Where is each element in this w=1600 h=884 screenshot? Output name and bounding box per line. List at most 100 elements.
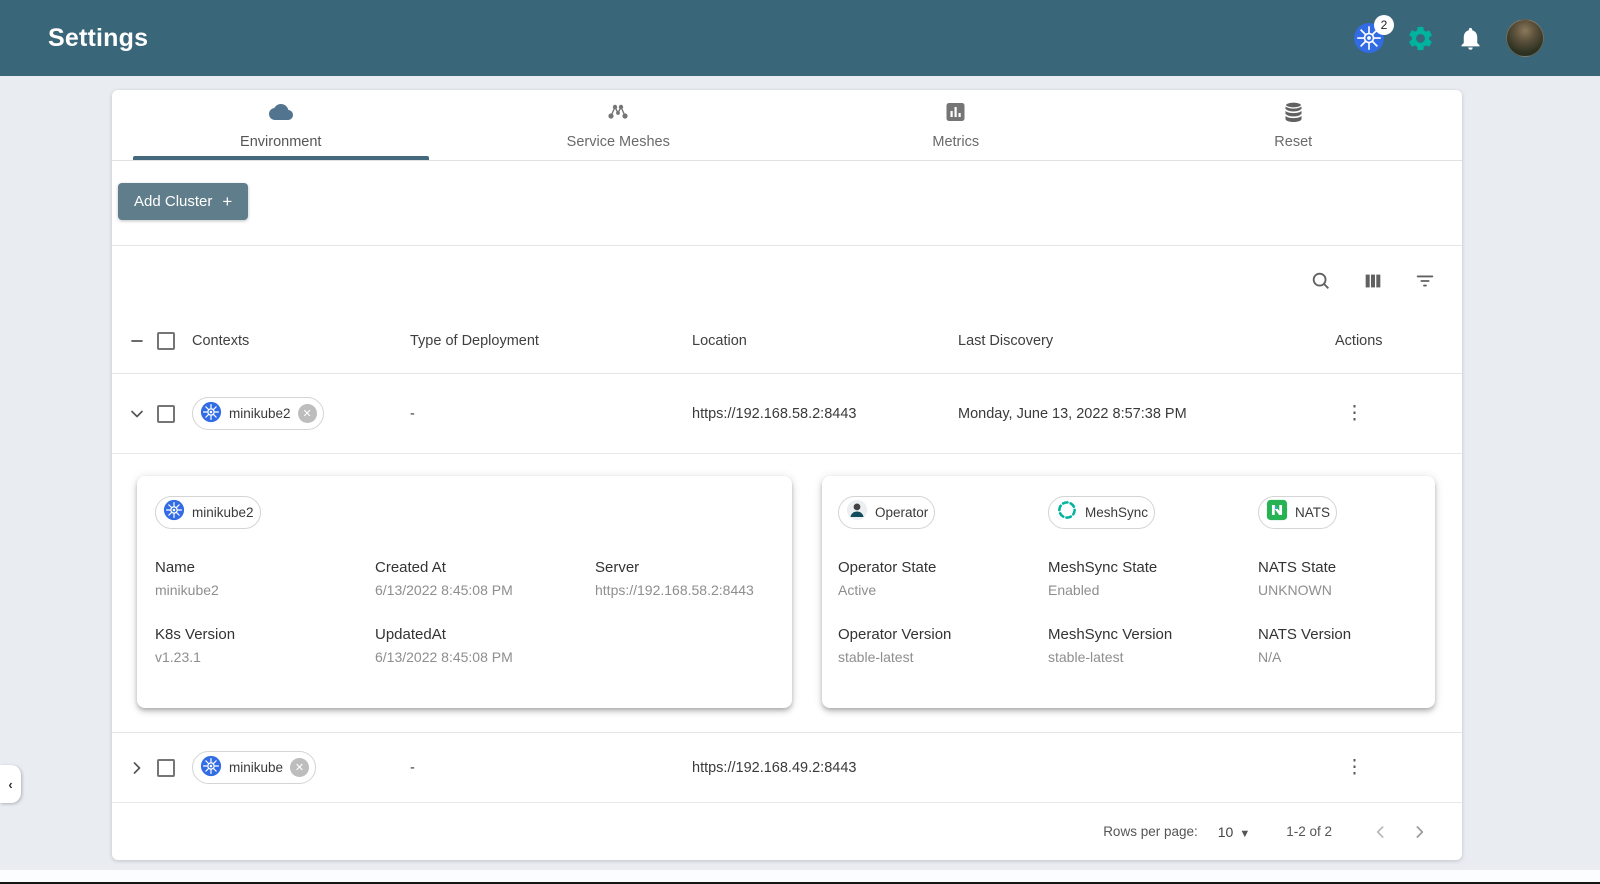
settings-tabs: Environment Service Meshes Metrics Reset xyxy=(112,90,1462,161)
field-operator-version: Operator Version stable-latest xyxy=(838,626,1048,665)
rows-per-page-select[interactable]: 10 ▼ xyxy=(1218,824,1250,840)
settings-panel: Environment Service Meshes Metrics Reset… xyxy=(112,90,1462,860)
operator-icon xyxy=(846,499,868,526)
field-updated-at: UpdatedAt 6/13/2022 8:45:08 PM xyxy=(375,626,595,665)
view-columns-icon[interactable] xyxy=(1354,262,1392,300)
column-header-last-discovery[interactable]: Last Discovery xyxy=(958,333,1313,349)
chip-close-icon[interactable]: ✕ xyxy=(290,758,310,777)
operator-chip[interactable]: Operator xyxy=(838,496,936,529)
field-nats-version: NATS Version N/A xyxy=(1258,626,1417,665)
detail-context-chip-label: minikube2 xyxy=(192,505,254,520)
filter-icon[interactable] xyxy=(1406,262,1444,300)
row-location-value: https://192.168.49.2:8443 xyxy=(692,759,857,776)
meshsync-chip[interactable]: MeshSync xyxy=(1048,496,1156,529)
rows-per-page-label: Rows per page: xyxy=(1103,824,1198,839)
field-label: K8s Version xyxy=(155,626,236,643)
add-cluster-label: Add Cluster xyxy=(134,193,213,210)
service-mesh-icon xyxy=(605,100,631,129)
row-type-value: - xyxy=(410,759,415,776)
table-pagination: Rows per page: 10 ▼ 1-2 of 2 xyxy=(112,803,1462,860)
database-icon xyxy=(1281,100,1306,129)
table-header-row: Contexts Type of Deployment Location Las… xyxy=(112,308,1462,374)
field-value: 6/13/2022 8:45:08 PM xyxy=(375,649,513,665)
search-icon[interactable] xyxy=(1302,262,1340,300)
field-label: Created At xyxy=(375,559,446,576)
field-label: UpdatedAt xyxy=(375,626,446,643)
field-value: stable-latest xyxy=(1048,649,1124,665)
user-avatar[interactable] xyxy=(1506,19,1544,57)
row-checkbox[interactable] xyxy=(157,758,175,777)
tab-metrics-label: Metrics xyxy=(932,134,980,150)
notifications-bell-icon[interactable] xyxy=(1457,25,1484,52)
bar-chart-icon xyxy=(943,100,968,129)
tab-service-meshes-label: Service Meshes xyxy=(566,134,670,150)
column-header-location[interactable]: Location xyxy=(692,333,958,349)
field-value: Active xyxy=(838,582,877,598)
field-nats-state: NATS State UNKNOWN xyxy=(1258,559,1417,598)
field-label: Operator State xyxy=(838,559,937,576)
context-chip-minikube[interactable]: minikube ✕ xyxy=(192,751,317,784)
tab-reset-label: Reset xyxy=(1274,134,1313,150)
chip-close-icon[interactable]: ✕ xyxy=(297,404,317,423)
field-meshsync-state: MeshSync State Enabled xyxy=(1048,559,1258,598)
operator-fields: Operator State Active MeshSync State Ena… xyxy=(838,559,1417,665)
meshsync-spinner-icon xyxy=(1056,499,1078,526)
operator-info-card: Operator MeshSync NATS Operator State Ac… xyxy=(822,476,1435,708)
field-value: v1.23.1 xyxy=(155,649,201,665)
operator-chip-label: Operator xyxy=(875,505,929,520)
previous-page-icon[interactable] xyxy=(1362,813,1400,851)
field-meshsync-version: MeshSync Version stable-latest xyxy=(1048,626,1258,665)
field-created-at: Created At 6/13/2022 8:45:08 PM xyxy=(375,559,595,598)
field-name: Name minikube2 xyxy=(155,559,375,598)
row-checkbox[interactable] xyxy=(157,404,175,423)
field-label: MeshSync State xyxy=(1048,559,1158,576)
table-row: minikube2 ✕ - https://192.168.58.2:8443 … xyxy=(112,374,1462,454)
bottom-strip xyxy=(0,870,1600,882)
row-last-discovery-value: Monday, June 13, 2022 8:57:38 PM xyxy=(958,405,1187,422)
field-value: stable-latest xyxy=(838,649,914,665)
tab-environment[interactable]: Environment xyxy=(112,90,450,160)
field-server: Server https://192.168.58.2:8443 xyxy=(595,559,774,598)
nats-icon xyxy=(1266,499,1288,526)
expand-row-icon[interactable] xyxy=(122,758,152,778)
tab-environment-label: Environment xyxy=(240,134,322,150)
column-header-actions: Actions xyxy=(1335,332,1383,349)
row-type-value: - xyxy=(410,405,415,422)
add-cluster-button[interactable]: Add Cluster + xyxy=(118,183,249,220)
row-actions-menu-icon[interactable]: ⋮ xyxy=(1335,751,1374,784)
kubernetes-icon xyxy=(200,401,222,427)
field-k8s-version: K8s Version v1.23.1 xyxy=(155,626,375,665)
detail-context-chip[interactable]: minikube2 xyxy=(155,496,261,529)
row-location-value: https://192.168.58.2:8443 xyxy=(692,405,857,422)
column-header-type[interactable]: Type of Deployment xyxy=(410,333,692,349)
tab-reset[interactable]: Reset xyxy=(1125,90,1463,160)
row-actions-menu-icon[interactable]: ⋮ xyxy=(1335,397,1374,430)
rows-per-page-value: 10 xyxy=(1217,823,1234,840)
meshsync-chip-label: MeshSync xyxy=(1085,505,1149,520)
settings-gear-icon[interactable] xyxy=(1406,24,1435,53)
select-all-checkbox[interactable] xyxy=(157,331,175,350)
header-actions: 2 xyxy=(1354,15,1544,57)
context-chip-minikube2[interactable]: minikube2 ✕ xyxy=(192,397,324,430)
column-header-contexts[interactable]: Contexts xyxy=(192,333,410,349)
cluster-fields: Name minikube2 Created At 6/13/2022 8:45… xyxy=(155,559,774,665)
collapse-row-icon[interactable] xyxy=(122,404,152,424)
field-label: Server xyxy=(595,559,640,576)
plus-icon: + xyxy=(222,191,233,211)
nats-chip-label: NATS xyxy=(1295,505,1331,520)
field-operator-state: Operator State Active xyxy=(838,559,1048,598)
sidebar-collapse-handle[interactable]: ‹ xyxy=(0,765,21,803)
nats-chip[interactable]: NATS xyxy=(1258,496,1338,529)
cluster-detail-panel: minikube2 Name minikube2 Created At 6/13… xyxy=(112,454,1462,733)
collapse-all-icon[interactable] xyxy=(122,331,152,351)
tab-metrics[interactable]: Metrics xyxy=(787,90,1125,160)
kubernetes-connection-icon[interactable]: 2 xyxy=(1354,15,1394,53)
cloud-icon xyxy=(267,100,295,129)
avatar-image xyxy=(1506,19,1544,57)
app-header: Settings 2 xyxy=(0,0,1600,76)
next-page-icon[interactable] xyxy=(1400,813,1438,851)
tab-service-meshes[interactable]: Service Meshes xyxy=(450,90,788,160)
active-tab-indicator xyxy=(133,156,429,160)
page-title: Settings xyxy=(48,23,149,52)
field-label: Name xyxy=(155,559,196,576)
